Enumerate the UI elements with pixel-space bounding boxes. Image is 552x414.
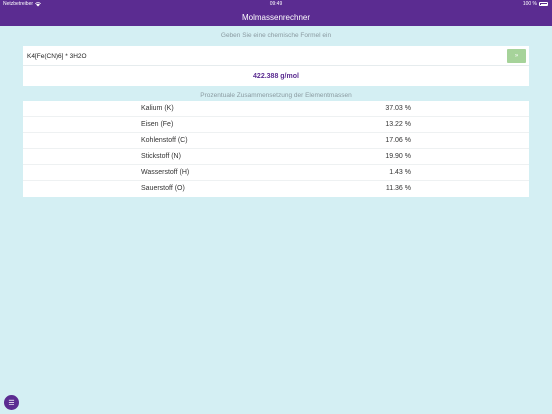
calculate-button[interactable]: » [507, 49, 526, 63]
composition-header: Prozentuale Zusammensetzung der Elementm… [200, 92, 352, 99]
formula-input[interactable] [27, 49, 497, 63]
battery-icon [539, 2, 548, 6]
element-percent: 17.06 % [385, 137, 411, 144]
element-name: Sauerstoff (O) [141, 185, 185, 192]
battery-info: 100 % [523, 1, 548, 7]
element-percent: 13.22 % [385, 121, 411, 128]
element-percent: 19.90 % [385, 153, 411, 160]
formula-row: » [23, 46, 529, 66]
table-row: Stickstoff (N) 19.90 % [23, 149, 529, 165]
element-name: Kohlenstoff (C) [141, 137, 188, 144]
battery-label: 100 % [522, 1, 537, 7]
input-card: » 422.388 g/mol [23, 46, 529, 86]
table-row: Kalium (K) 37.03 % [23, 101, 529, 117]
element-percent: 11.36 % [385, 185, 411, 192]
element-percent: 37.03 % [385, 105, 411, 112]
nav-bar: Molmassenrechner [0, 9, 552, 26]
menu-button[interactable]: ☰ [4, 395, 19, 410]
element-name: Kalium (K) [141, 105, 174, 112]
molar-mass-result: 422.388 g/mol [253, 72, 299, 80]
status-bar: Netzbetreiber 09:49 100 % [0, 0, 552, 9]
formula-prompt: Geben Sie eine chemische Formel ein [220, 32, 332, 39]
composition-table: Kalium (K) 37.03 % Eisen (Fe) 13.22 % Ko… [23, 101, 529, 197]
element-name: Stickstoff (N) [141, 153, 181, 160]
table-row: Wasserstoff (H) 1.43 % [23, 165, 529, 181]
page-title: Molmassenrechner [241, 13, 311, 22]
status-time: 09:49 [269, 1, 283, 7]
element-name: Wasserstoff (H) [141, 169, 190, 176]
element-name: Eisen (Fe) [141, 121, 174, 128]
table-row: Eisen (Fe) 13.22 % [23, 117, 529, 133]
hamburger-menu-icon: ☰ [8, 399, 15, 407]
table-row: Kohlenstoff (C) 17.06 % [23, 133, 529, 149]
element-percent: 1.43 % [389, 169, 411, 176]
table-row: Sauerstoff (O) 11.36 % [23, 181, 529, 197]
